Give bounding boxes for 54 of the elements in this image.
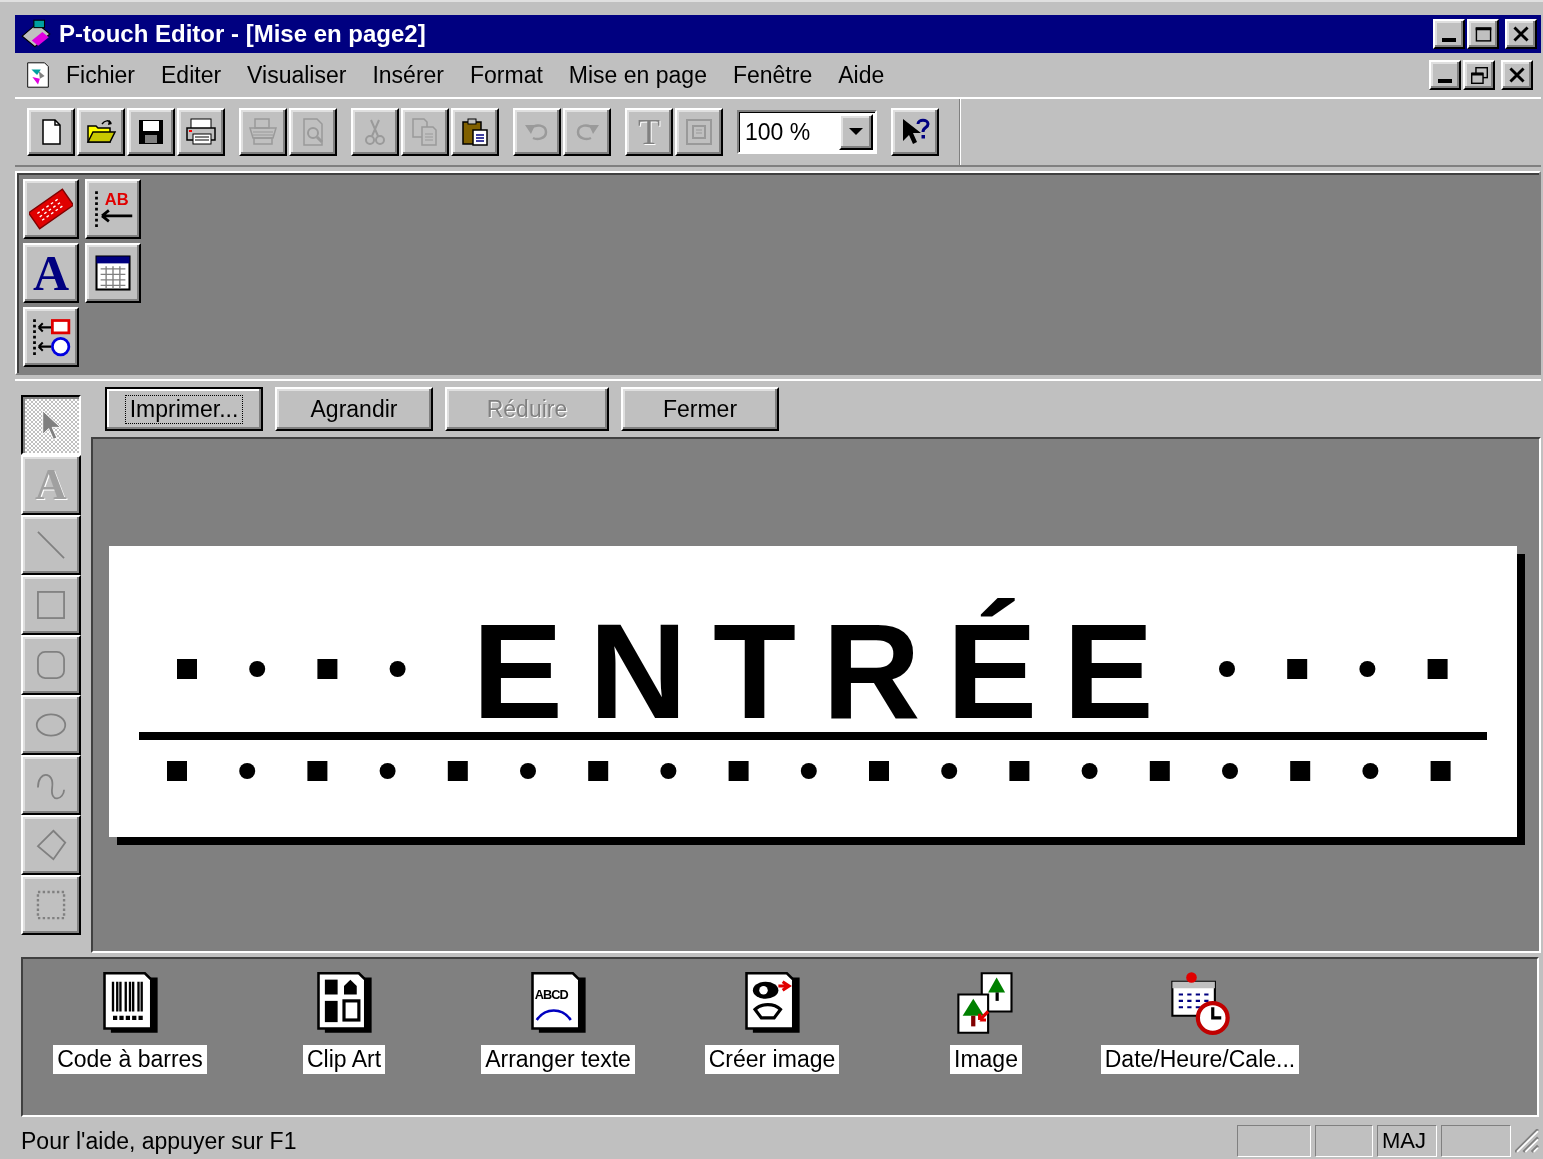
dropdown-button[interactable] (839, 114, 873, 150)
minimize-icon (1438, 79, 1452, 83)
app-icon (19, 19, 53, 49)
restore-button[interactable] (1463, 60, 1495, 90)
menu-item[interactable]: Editer (148, 57, 235, 93)
menu-item[interactable]: Insérer (359, 57, 457, 93)
object-label[interactable]: Clip Art (302, 1045, 386, 1074)
clipboard-icon (459, 116, 491, 148)
restore-icon (1470, 66, 1488, 84)
toolbar-button[interactable] (451, 108, 499, 156)
close-button[interactable] (1501, 60, 1533, 90)
menu-item[interactable]: Fenêtre (719, 57, 826, 93)
palette-button[interactable] (23, 179, 79, 239)
menu-item[interactable]: Format (457, 57, 556, 93)
toolbar-button[interactable] (177, 108, 225, 156)
window-title: P-touch Editor - [Mise en page2] (59, 20, 427, 48)
printer-icon (247, 116, 279, 148)
size-grip-icon (1515, 1129, 1539, 1153)
close-icon (1513, 26, 1529, 42)
printer-icon (185, 116, 217, 148)
frame-icon (683, 116, 715, 148)
object-label[interactable]: Code à barres (53, 1045, 207, 1074)
status-pane (1441, 1125, 1511, 1157)
caret-icon (849, 128, 863, 136)
menu-item[interactable]: Mise en page (555, 57, 720, 93)
toolbar-button[interactable] (77, 108, 125, 156)
object-label[interactable]: Image (950, 1045, 1022, 1074)
minimize-button[interactable] (1429, 60, 1461, 90)
toolbar-button[interactable] (27, 108, 75, 156)
object-label[interactable]: Date/Heure/Cale... (1100, 1045, 1300, 1074)
help-button[interactable] (891, 108, 939, 156)
toolbar-button[interactable] (127, 108, 175, 156)
menu-item[interactable]: Visualiser (234, 57, 360, 93)
object-label[interactable]: Arranger texte (481, 1045, 635, 1074)
maximize-button[interactable] (1467, 19, 1499, 49)
status-text: Pour l'aide, appuyer sur F1 (21, 1127, 298, 1155)
minimize-button[interactable] (1433, 19, 1465, 49)
close-button[interactable] (1505, 19, 1537, 49)
minimize-icon (1442, 38, 1456, 42)
preview-action-button[interactable]: Fermer (621, 387, 779, 431)
caps-lock-indicator: MAJ (1377, 1125, 1437, 1157)
status-pane (1315, 1125, 1373, 1157)
palette-button[interactable] (23, 307, 79, 367)
maximize-icon (1474, 25, 1492, 43)
menu-item[interactable]: Aide (825, 57, 898, 93)
preview-action-button[interactable]: Imprimer... (105, 387, 263, 431)
palette-button[interactable] (85, 243, 141, 303)
label-text: ENTRÉE (471, 594, 1180, 730)
zoom-combo-box[interactable]: 100 % (737, 110, 877, 154)
object-label[interactable]: Créer image (704, 1045, 840, 1074)
preview-action-button[interactable]: Agrandir (275, 387, 433, 431)
font-button[interactable]: A (23, 243, 79, 303)
close-icon (1509, 67, 1525, 83)
menu-item[interactable]: Fichier (53, 57, 148, 93)
